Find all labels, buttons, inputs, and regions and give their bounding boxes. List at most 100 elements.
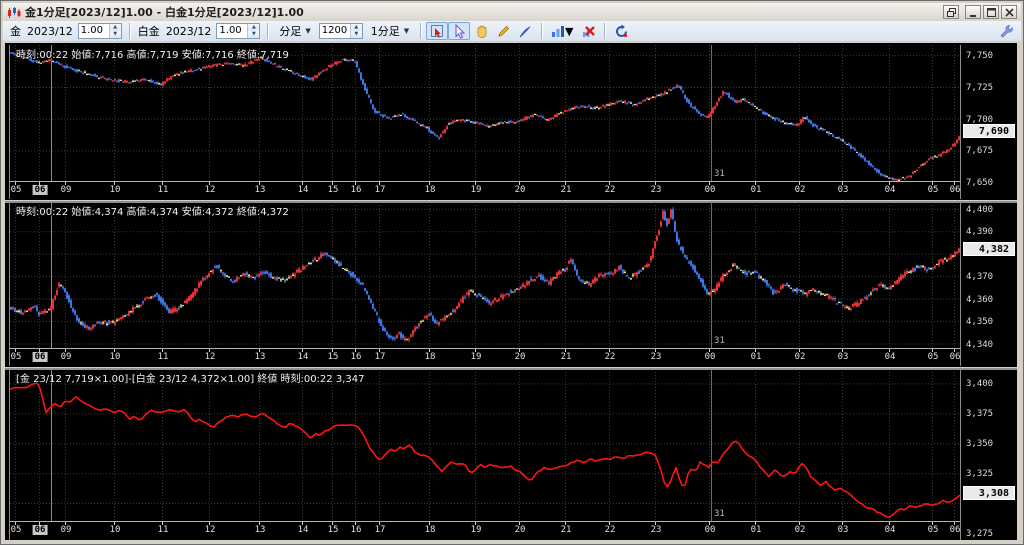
toolbar-separator [541,23,543,39]
y-axis-label: 3,275 [966,528,994,539]
x-axis-label: 02 [794,525,806,535]
bar-type-dropdown[interactable]: 分足 ▼ [274,22,315,40]
platinum-label: 白金 [137,25,160,38]
bar-type-label: 分足 [279,25,302,38]
maximize-icon[interactable] [983,5,999,19]
y-axis-label: 7,750 [966,51,994,62]
x-axis-label: 00 [704,352,716,362]
spin-down-icon[interactable]: ▼ [109,31,121,38]
x-axis-label: 01 [750,352,762,362]
x-axis-label: 17 [374,352,386,362]
y-axis-label: 4,370 [966,272,994,283]
x-axis-label: 02 [794,185,806,195]
y-axis-label: 7,725 [966,82,994,93]
y-axis-label: 4,390 [966,227,994,238]
x-axis-label: 12 [204,352,216,362]
toolbar-separator [604,23,606,39]
platinum-contract-month: 2023/12 [165,24,212,38]
title-bar[interactable]: 金1分足[2023/12]1.00 - 白金1分足[2023/12]1.00 [3,3,1021,21]
gold-multiplier-value[interactable]: 1.00 [79,24,109,38]
spin-down-icon[interactable]: ▼ [350,31,362,38]
chart-window: 金1分足[2023/12]1.00 - 白金1分足[2023/12]1.00 金… [0,0,1024,545]
pen-annotate-tool-button[interactable] [514,22,536,40]
bar-count-value[interactable]: 1200 [320,24,350,38]
chart-area: 時刻:00:22 始値:7,716 高値:7,719 安値:7,716 終値:7… [5,43,1017,540]
panel-splitter[interactable] [5,200,1017,203]
platinum-1min-y-axis: 4,400 4,390 4,370 4,360 4,350 4,340 4,382 [963,202,1017,366]
x-axis-label: 19 [470,185,482,195]
date-marker: 31 [714,336,725,346]
gold-multiplier-stepper[interactable]: 1.00 ▲ ▼ [77,23,122,39]
x-axis-label: 00 [704,525,716,535]
gold-1min-plot[interactable]: 時刻:00:22 始値:7,716 高値:7,719 安値:7,716 終値:7… [9,45,961,181]
bar-chart-icon [551,26,564,37]
spin-down-icon[interactable]: ▼ [248,31,260,38]
window-title: 金1分足[2023/12]1.00 - 白金1分足[2023/12]1.00 [25,6,304,19]
x-axis-label: 06 [32,185,48,195]
arrow-cursor-icon [455,23,465,39]
y-axis-label: 4,360 [966,294,994,305]
spin-up-icon[interactable]: ▲ [109,24,121,31]
x-axis-label: 10 [109,185,121,195]
arrow-cursor-tool-button[interactable] [448,22,471,40]
refresh-button[interactable] [610,22,632,40]
date-marker: 31 [714,169,725,179]
x-axis-label: 22 [604,185,616,195]
gold-platinum-spread-info: [金 23/12 7,719×1.00]-[白金 23/12 4,372×1.0… [16,374,365,385]
x-axis-label: 05 [10,185,22,195]
toolbar-separator [267,23,269,39]
y-axis-label: 3,375 [966,409,994,420]
x-axis-label: 03 [837,352,849,362]
x-axis-label: 23 [650,185,662,195]
y-axis-label: 3,400 [966,379,994,390]
spin-up-icon[interactable]: ▲ [350,24,362,31]
x-axis-label: 09 [60,185,72,195]
bar-count-stepper[interactable]: 1200 ▲ ▼ [318,23,363,39]
spin-up-icon[interactable]: ▲ [248,24,260,31]
date-marker: 31 [714,509,725,519]
pencil-draw-tool-button[interactable] [492,22,514,40]
last-price-badge: 3,308 [963,486,1015,501]
x-axis-label: 21 [560,525,572,535]
candlestick-chart-icon [8,7,21,18]
pencil-draw-icon [498,25,509,37]
hand-pan-tool-button[interactable] [470,22,492,40]
platinum-multiplier-value[interactable]: 1.00 [217,24,247,38]
y-axis-label: 4,340 [966,339,994,350]
x-axis-label: 14 [297,525,309,535]
x-axis-label: 16 [350,525,362,535]
x-axis-label: 19 [470,352,482,362]
x-axis-label: 01 [750,525,762,535]
chart-type-dropdown-button[interactable]: ▼ [547,22,577,40]
x-axis-label: 05 [10,525,22,535]
panel-splitter[interactable] [5,367,1017,370]
bar-interval-dropdown[interactable]: 1分足 ▼ [366,22,414,40]
gold-platinum-spread-plot[interactable]: [金 23/12 7,719×1.00]-[白金 23/12 4,372×1.0… [9,369,961,521]
x-axis-label: 20 [514,525,526,535]
x-axis-label: 13 [254,525,266,535]
x-axis-label: 14 [297,185,309,195]
platinum-1min-info: 時刻:00:22 始値:4,374 高値:4,374 安値:4,372 終値:4… [16,207,289,218]
y-axis-label: 4,400 [966,204,994,215]
minimize-icon[interactable] [965,5,981,19]
x-axis-label: 12 [204,525,216,535]
gold-platinum-spread-y-axis: 3,400 3,375 3,350 3,325 3,275 3,308 [963,369,1017,540]
x-axis-label: 05 [10,352,22,362]
platinum-multiplier-stepper[interactable]: 1.00 ▲ ▼ [216,23,261,39]
x-axis-label: 05 [927,185,939,195]
y-axis-label: 3,350 [966,439,994,450]
restore-window-icon[interactable] [943,5,959,19]
x-axis-label: 17 [374,185,386,195]
y-axis-label: 3,325 [966,469,994,480]
settings-button[interactable] [995,22,1017,40]
pointer-frame-tool-button[interactable] [426,22,449,40]
x-axis-label: 05 [927,525,939,535]
close-icon[interactable] [1001,5,1017,19]
y-axis-label: 7,675 [966,146,994,157]
chevron-down-icon: ▼ [403,27,410,35]
x-axis-label: 06 [32,352,48,362]
x-axis-label: 06 [949,185,961,195]
platinum-1min-plot[interactable]: 時刻:00:22 始値:4,374 高値:4,374 安値:4,372 終値:4… [9,202,961,348]
delete-chart-tool-button[interactable] [577,22,599,40]
x-axis-label: 09 [60,352,72,362]
